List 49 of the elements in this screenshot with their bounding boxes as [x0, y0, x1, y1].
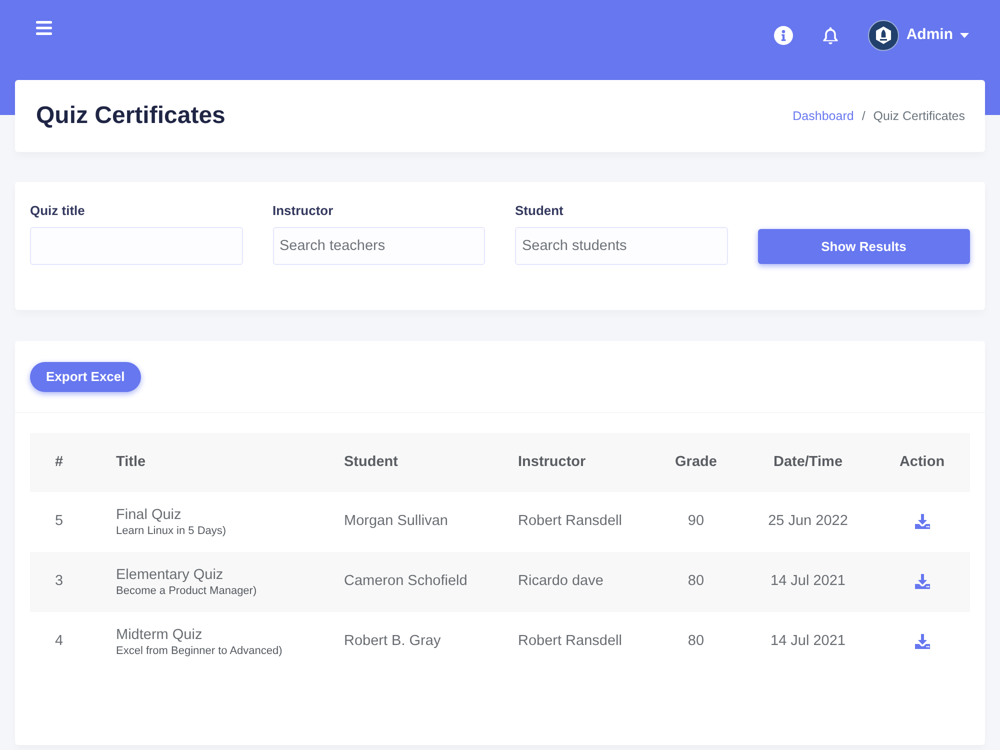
table-cell: Morgan Sullivan — [316, 492, 490, 552]
search-field[interactable]: Search students — [515, 227, 728, 265]
column-header: Title — [88, 433, 316, 492]
table-cell: 14 Jul 2021 — [730, 612, 886, 672]
page-title: Quiz Certificates — [36, 102, 226, 130]
bell-icon[interactable] — [822, 26, 840, 45]
table-cell: 80 — [662, 552, 730, 612]
breadcrumb-link[interactable]: Dashboard — [792, 106, 854, 126]
download-icon[interactable] — [914, 574, 930, 589]
search-field[interactable]: Search teachers — [272, 227, 485, 265]
quiz-title: Elementary Quiz — [116, 566, 224, 584]
column-header: Student — [316, 433, 490, 492]
table-cell: Robert Ransdell — [490, 612, 662, 672]
column-header: Action — [886, 433, 970, 492]
table-cell: Robert B. Gray — [316, 612, 490, 672]
table-cell: 80 — [662, 612, 730, 672]
table-cell: 4 — [30, 612, 88, 672]
quiz-title: Midterm Quiz — [116, 626, 204, 644]
field-label: Quiz title — [30, 204, 86, 217]
course-name: Learn Linux in 5 Days) — [116, 524, 228, 538]
column-header: Instructor — [490, 433, 662, 492]
table-cell: Cameron Schofield — [316, 552, 490, 612]
input-field[interactable] — [30, 227, 242, 265]
column-header: Date/Time — [730, 433, 886, 492]
table-cell: Ricardo dave — [490, 552, 662, 612]
field-label: Instructor — [272, 204, 334, 217]
course-name: Excel from Beginner to Advanced) — [116, 644, 284, 658]
table-cell: Robert Ransdell — [490, 492, 662, 552]
caret-icon[interactable] — [960, 33, 969, 38]
table-cell: 90 — [662, 492, 730, 552]
download-icon[interactable] — [914, 514, 930, 529]
breadcrumb-separator: / — [862, 108, 866, 125]
table-cell: 14 Jul 2021 — [730, 552, 886, 612]
column-header: Grade — [662, 433, 730, 492]
table-cell: 3 — [30, 552, 88, 612]
info-icon[interactable] — [774, 26, 794, 45]
show-results-button[interactable]: Show Results — [758, 229, 970, 264]
export-excel-button[interactable]: Export Excel — [30, 362, 141, 392]
column-header: # — [30, 433, 88, 492]
table-cell: 5 — [30, 492, 88, 552]
course-name: Become a Product Manager) — [116, 584, 258, 598]
user-name[interactable]: Admin — [906, 24, 953, 47]
download-icon[interactable] — [914, 634, 930, 649]
breadcrumb-current: Quiz Certificates — [873, 108, 965, 125]
menu-icon[interactable] — [36, 21, 52, 35]
avatar-icon[interactable] — [868, 20, 900, 51]
table-cell: 25 Jun 2022 — [730, 492, 886, 552]
quiz-title: Final Quiz — [116, 506, 182, 524]
field-label: Student — [515, 204, 564, 217]
